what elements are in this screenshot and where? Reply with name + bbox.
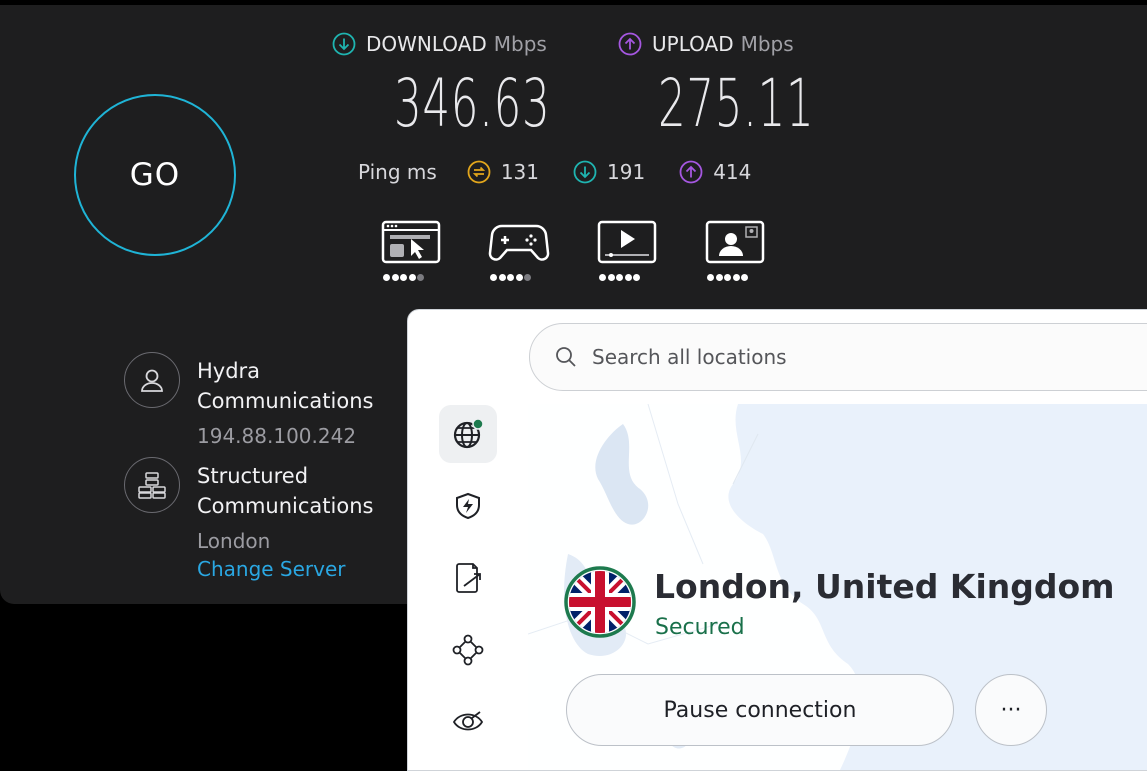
rating-dot [417, 274, 424, 281]
video-call-dots [707, 274, 748, 281]
ping-up: 414 [679, 160, 751, 184]
upload-latency-icon [679, 160, 703, 184]
rating-dot [599, 274, 606, 281]
server-location: London [197, 529, 271, 553]
ping-label: Ping ms [358, 160, 437, 184]
rail-split-tunnel[interactable] [439, 549, 497, 607]
ping-row: Ping ms 131 191 414 [358, 157, 785, 187]
rating-dot [715, 274, 723, 281]
idle-latency-icon [467, 160, 491, 184]
user-icon [141, 369, 163, 392]
connected-location: London, United Kingdom [654, 567, 1115, 606]
vpn-window: Search all locations London, United King… [407, 309, 1147, 771]
mesh-network-icon [452, 634, 484, 666]
rating-dot [732, 274, 740, 281]
rating-dot [724, 274, 731, 281]
rating-dot [507, 274, 514, 281]
upload-value: 275.11 [658, 65, 815, 142]
split-tunnel-icon [456, 563, 481, 593]
go-button[interactable]: GO [74, 94, 236, 256]
rail-globe[interactable] [439, 405, 497, 463]
download-latency-icon [573, 160, 597, 184]
rating-dot [616, 274, 623, 281]
browsing-icon [381, 220, 441, 264]
download-unit: Mbps [493, 32, 547, 56]
isp-avatar [124, 352, 180, 408]
browsing-rating[interactable] [381, 220, 441, 284]
ping-down-value: 191 [607, 160, 646, 184]
search-input[interactable]: Search all locations [592, 345, 787, 369]
browsing-dots [383, 274, 424, 281]
rail-threat-protection[interactable] [439, 477, 497, 535]
upload-arrow-icon [618, 32, 642, 56]
rating-dot [741, 274, 748, 281]
globe-icon [453, 418, 484, 449]
rating-dot [383, 274, 390, 281]
download-header: DOWNLOAD Mbps [332, 31, 547, 57]
server-stack-icon [138, 472, 166, 499]
upload-unit: Mbps [740, 32, 794, 56]
ping-down: 191 [573, 160, 645, 184]
upload-label: UPLOAD [652, 32, 734, 56]
streaming-rating[interactable] [597, 220, 657, 284]
isp-ip: 194.88.100.242 [197, 424, 357, 448]
gaming-rating[interactable] [488, 220, 550, 284]
upload-header: UPLOAD Mbps [618, 31, 794, 57]
dark-web-monitor-icon [452, 711, 484, 731]
gaming-icon [488, 224, 550, 261]
ping-up-value: 414 [713, 160, 752, 184]
streaming-dots [599, 274, 640, 281]
rail-dark-web-monitor[interactable] [439, 693, 497, 751]
rating-dot [490, 274, 497, 281]
download-label: DOWNLOAD [366, 32, 487, 56]
uk-flag-icon [564, 566, 636, 638]
server-name: Structured Communications [197, 464, 374, 518]
rating-dot [624, 274, 632, 281]
video-call-rating[interactable] [705, 220, 765, 284]
rating-dot [400, 274, 407, 281]
search-icon [556, 347, 576, 367]
download-arrow-icon [332, 32, 356, 56]
change-server-link[interactable]: Change Server [197, 557, 346, 581]
rail-meshnet[interactable] [439, 621, 497, 679]
streaming-icon [597, 220, 657, 264]
ping-idle-value: 131 [500, 160, 539, 184]
rating-dot [524, 274, 531, 281]
rating-dot [498, 274, 506, 281]
rating-dot [607, 274, 615, 281]
rating-dot [633, 274, 640, 281]
rating-dot [515, 274, 523, 281]
video-call-icon [705, 220, 765, 264]
search-bar[interactable]: Search all locations [529, 323, 1147, 391]
gaming-dots [490, 274, 531, 281]
shield-bolt-icon [456, 492, 480, 520]
rating-dot [707, 274, 714, 281]
isp-name: Hydra Communications [197, 359, 374, 413]
rating-dot [408, 274, 416, 281]
go-label: GO [129, 157, 181, 193]
more-options-button[interactable]: ··· [975, 674, 1047, 746]
server-avatar [124, 457, 180, 513]
download-value: 346.63 [394, 65, 551, 142]
pause-connection-button[interactable]: Pause connection [566, 674, 954, 746]
connection-status: Secured [655, 615, 745, 640]
ping-idle: 131 [467, 160, 539, 184]
rating-dot [391, 274, 399, 281]
